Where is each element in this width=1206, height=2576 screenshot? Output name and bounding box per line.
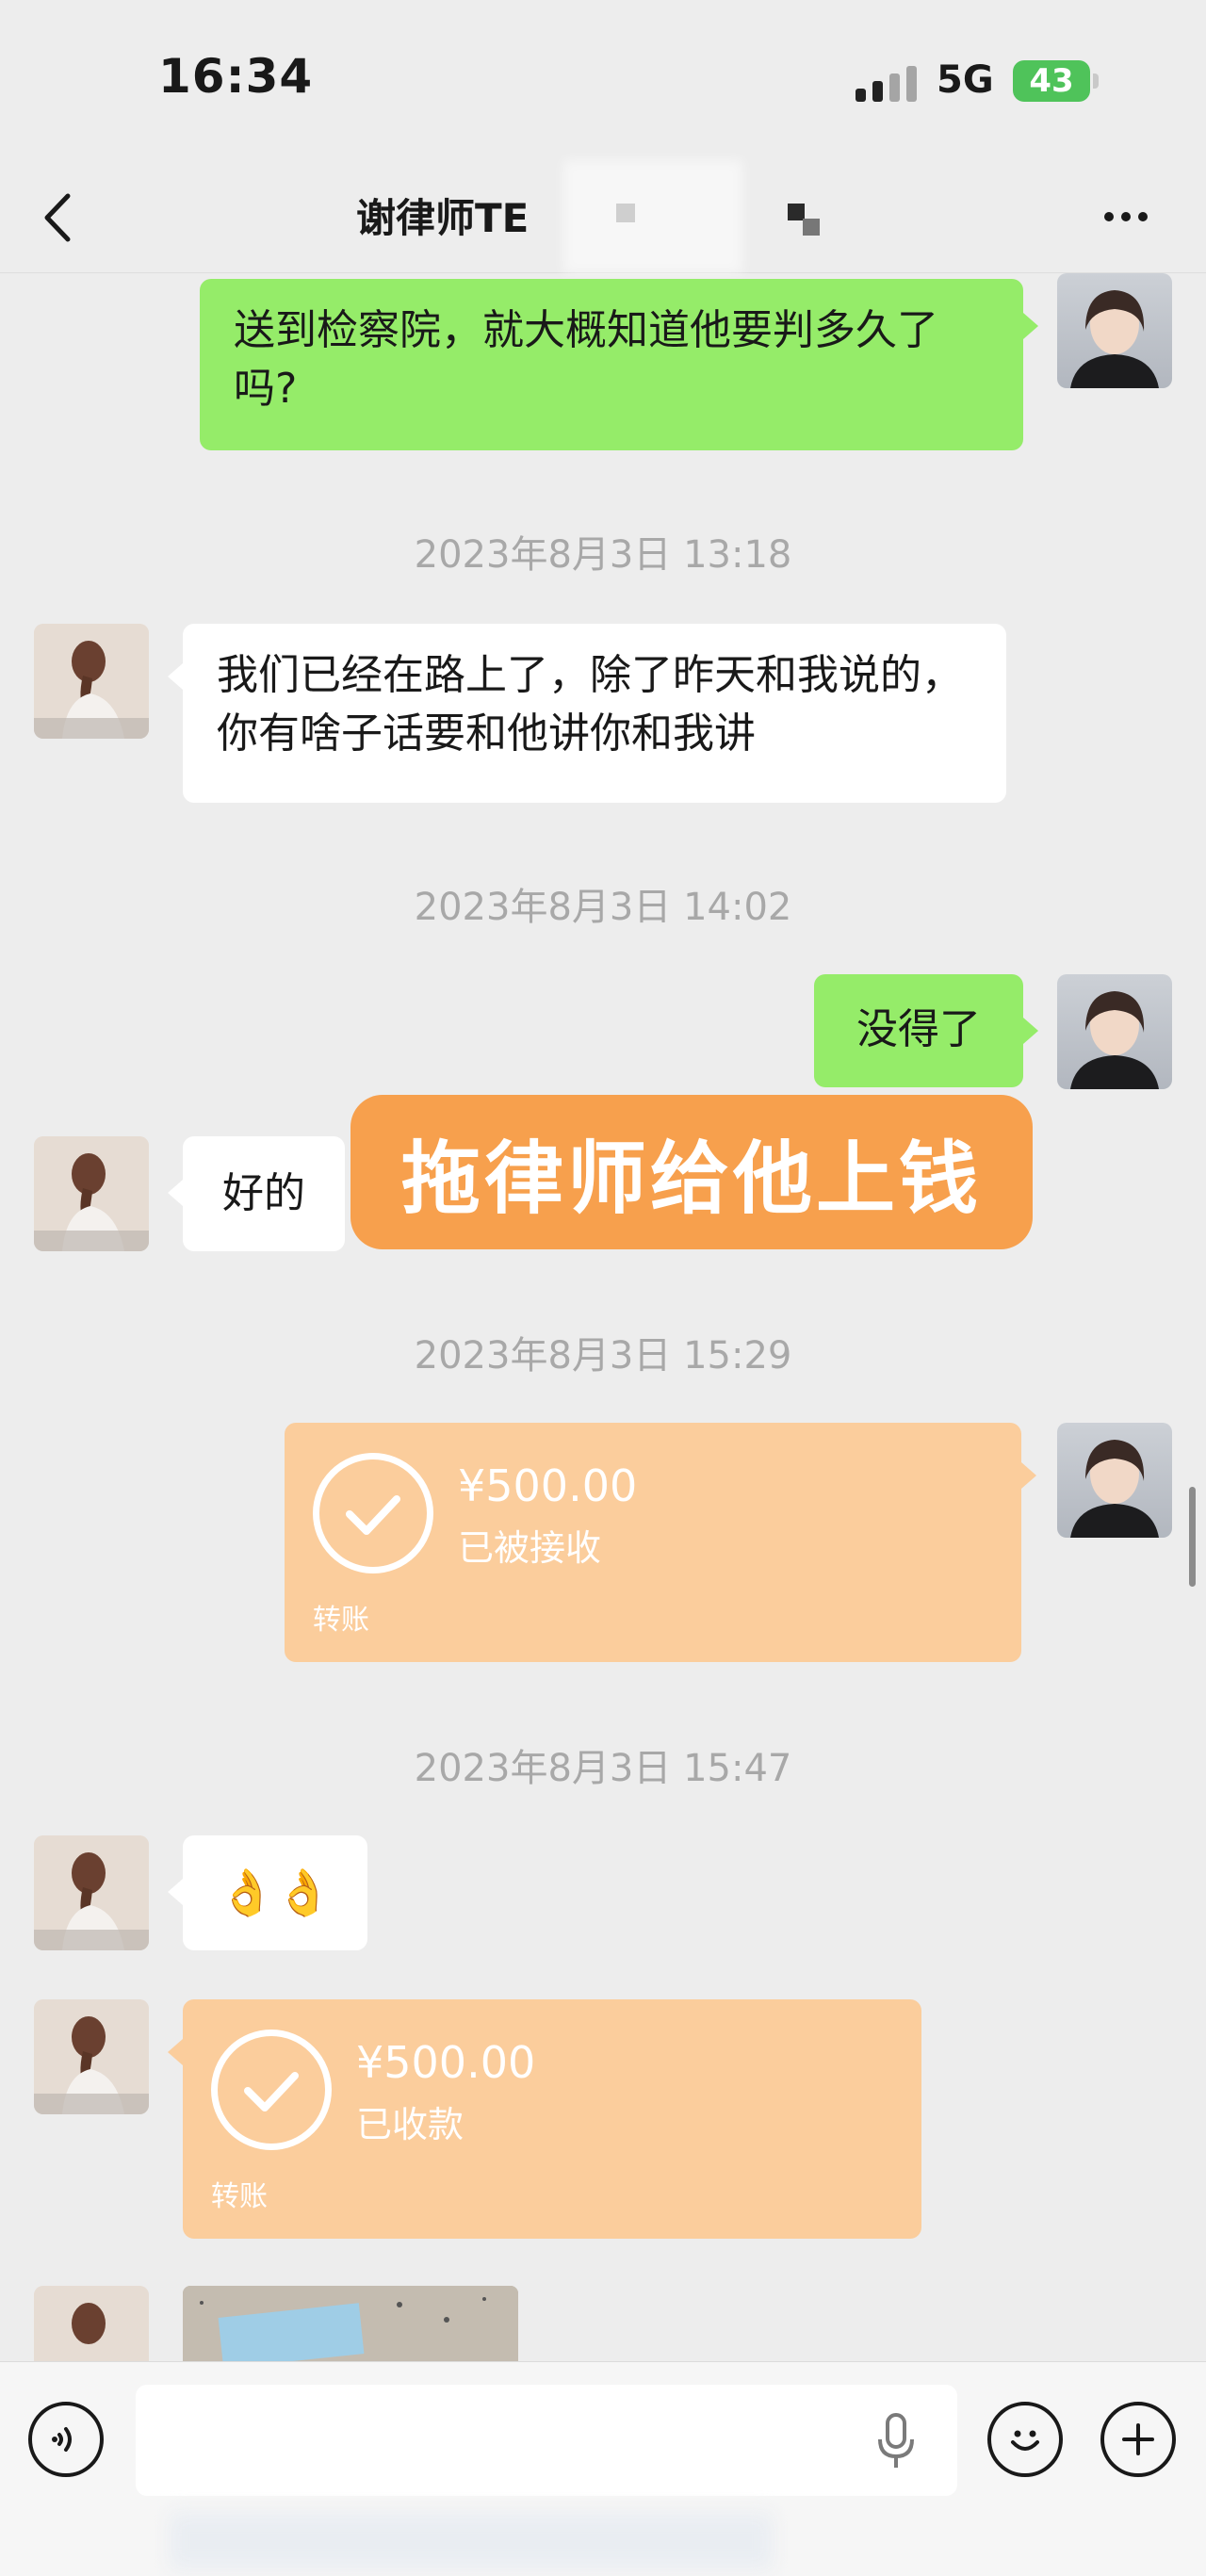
my-avatar[interactable] xyxy=(1057,1423,1172,1538)
mic-icon xyxy=(878,2413,914,2468)
transfer-amount: ¥500.00 xyxy=(356,2037,536,2088)
contact-avatar[interactable] xyxy=(34,1835,149,1950)
message-timestamp: 2023年8月3日 14:02 xyxy=(414,886,792,929)
my-message-bubble[interactable]: 没得了 xyxy=(814,974,1023,1087)
status-bar: 16:34 5G 43 xyxy=(0,0,1206,160)
battery-level: 43 xyxy=(1029,62,1074,100)
mic-button[interactable] xyxy=(874,2411,918,2473)
message-timestamp: 2023年8月3日 13:18 xyxy=(414,533,792,577)
image-thumbnail xyxy=(183,2286,518,2361)
redaction-pixel xyxy=(803,219,820,236)
bubble-tail xyxy=(168,1180,183,1206)
contact-message-bubble[interactable]: 好的 xyxy=(183,1136,345,1251)
network-type: 5G xyxy=(937,58,994,102)
transfer-card[interactable]: ¥500.00 已收款 转账 xyxy=(183,1999,921,2239)
contact-avatar[interactable] xyxy=(34,2286,149,2361)
signal-icon xyxy=(856,62,921,102)
redaction-pixel xyxy=(616,204,635,222)
redaction-blur xyxy=(170,2513,773,2569)
transfer-status: 已被接收 xyxy=(458,1527,602,1569)
bubble-tail xyxy=(1023,313,1038,339)
message-input[interactable] xyxy=(136,2385,957,2496)
transfer-status: 已收款 xyxy=(356,2104,464,2145)
my-message-bubble[interactable]: 送到检察院，就大概知道他要判多久了吗? xyxy=(200,279,1023,450)
transfer-amount: ¥500.00 xyxy=(458,1460,638,1511)
contact-avatar[interactable] xyxy=(34,624,149,739)
message-timestamp: 2023年8月3日 15:47 xyxy=(414,1747,792,1790)
bubble-tail xyxy=(168,2039,183,2065)
add-icon xyxy=(1122,2423,1154,2455)
bubble-tail xyxy=(168,1879,183,1905)
check-icon xyxy=(313,1453,433,1573)
avatar-image xyxy=(1070,991,1159,1089)
transfer-label: 转账 xyxy=(211,2180,268,2213)
contact-message-bubble[interactable]: 👌👌 xyxy=(183,1835,367,1950)
avatar-image xyxy=(34,1999,149,2114)
battery-cap xyxy=(1093,73,1099,89)
scrollbar-thumb[interactable] xyxy=(1189,1487,1196,1587)
bubble-tail xyxy=(168,663,183,690)
redaction-blur xyxy=(563,160,742,273)
avatar-image xyxy=(34,1835,149,1950)
voice-button[interactable] xyxy=(28,2402,104,2477)
status-time: 16:34 xyxy=(158,49,314,104)
contact-avatar[interactable] xyxy=(34,1136,149,1251)
image-message[interactable] xyxy=(183,2286,518,2361)
avatar-image xyxy=(34,1136,149,1251)
contact-avatar[interactable] xyxy=(34,1999,149,2114)
add-button[interactable] xyxy=(1100,2402,1176,2477)
message-text: 好的 xyxy=(222,1169,305,1217)
transfer-label: 转账 xyxy=(313,1604,369,1637)
bubble-tail xyxy=(1021,1462,1036,1489)
chat-title: 谢律师TE xyxy=(356,195,530,241)
bubble-tail xyxy=(1023,1018,1038,1044)
my-avatar[interactable] xyxy=(1057,273,1172,388)
my-avatar[interactable] xyxy=(1057,974,1172,1089)
input-bar xyxy=(0,2361,1206,2576)
message-text: 没得了 xyxy=(856,1005,981,1053)
avatar-image xyxy=(1070,290,1159,388)
avatar-image xyxy=(34,2286,149,2361)
back-icon xyxy=(44,193,71,242)
voice-icon xyxy=(52,2427,72,2452)
message-timestamp: 2023年8月3日 15:29 xyxy=(414,1334,792,1378)
avatar-image xyxy=(34,624,149,739)
chat-header: 谢律师TE xyxy=(0,160,1206,273)
check-icon xyxy=(211,2030,332,2150)
more-icon xyxy=(1104,212,1114,221)
transfer-card[interactable]: ¥500.00 已被接收 转账 xyxy=(285,1423,1021,1662)
battery-icon: 43 xyxy=(1013,60,1090,102)
back-button[interactable] xyxy=(34,185,90,251)
more-icon-dot xyxy=(1121,212,1131,221)
contact-message-bubble[interactable]: 我们已经在路上了，除了昨天和我说的，你有啥子话要和他讲你和我讲 xyxy=(183,624,1006,803)
more-icon-dot xyxy=(1138,212,1148,221)
emoji-icon xyxy=(1011,2430,1039,2451)
more-button[interactable] xyxy=(1093,188,1159,245)
message-text: 送到检察院，就大概知道他要判多久了吗? xyxy=(234,306,938,413)
message-text: 我们已经在路上了，除了昨天和我说的，你有啥子话要和他讲你和我讲 xyxy=(217,651,963,758)
avatar-image xyxy=(1070,1440,1159,1538)
overlay-caption: 拖律师给他上钱 xyxy=(350,1095,1033,1249)
ok-hand-emoji: 👌👌 xyxy=(219,1867,332,1919)
emoji-button[interactable] xyxy=(987,2402,1063,2477)
